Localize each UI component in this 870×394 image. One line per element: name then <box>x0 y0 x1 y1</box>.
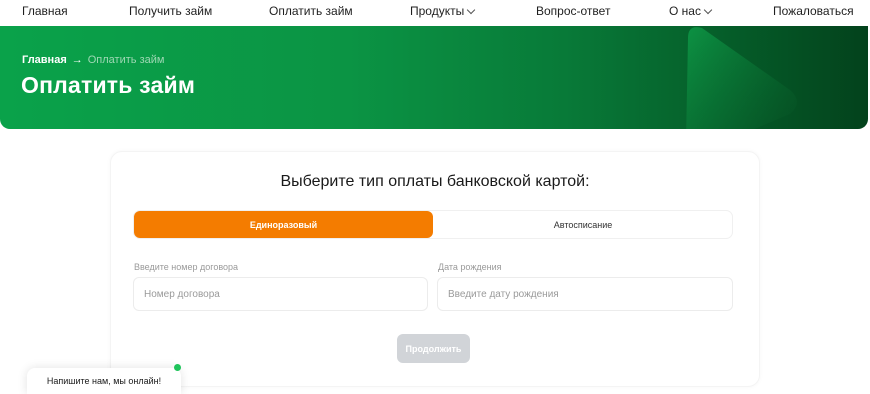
hero-banner: Главная → Оплатить займ Оплатить займ <box>0 26 868 129</box>
contract-number-input[interactable] <box>133 277 428 311</box>
nav-item-label: Главная <box>22 4 68 18</box>
online-status-dot <box>174 364 181 371</box>
payment-type-heading: Выберите тип оплаты банковской картой: <box>280 173 590 190</box>
contract-number-label: Введите номер договора <box>134 262 239 272</box>
breadcrumb-current: Оплатить займ <box>87 54 165 66</box>
breadcrumb-home-link[interactable]: Главная <box>22 54 67 66</box>
continue-button[interactable]: Продолжить <box>397 334 470 363</box>
nav-item-label: Пожаловаться <box>773 4 854 18</box>
nav-item-label: Получить займ <box>129 4 213 18</box>
nav-item-home[interactable]: Главная <box>22 4 68 18</box>
nav-item-label: Продукты <box>410 4 465 18</box>
nav-item-label: Вопрос-ответ <box>536 4 611 18</box>
nav-item-label: Оплатить займ <box>269 4 353 18</box>
arrow-right-icon: → <box>71 54 83 66</box>
page-title: Оплатить займ <box>21 72 196 98</box>
chat-widget-button[interactable]: Напишите нам, мы онлайн! <box>27 368 181 394</box>
nav-item-complain[interactable]: Пожаловаться <box>773 4 854 18</box>
chevron-down-icon <box>703 5 713 14</box>
tab-one-time[interactable]: Единоразовый <box>134 211 433 238</box>
chevron-down-icon <box>466 5 476 14</box>
tab-autopay[interactable]: Автосписание <box>433 211 733 238</box>
nav-item-about[interactable]: О нас <box>669 4 713 18</box>
nav-item-label: О нас <box>669 4 701 18</box>
nav-item-get-loan[interactable]: Получить займ <box>129 4 212 18</box>
birthdate-input[interactable] <box>437 277 733 311</box>
nav-item-pay-loan[interactable]: Оплатить займ <box>269 4 353 18</box>
decorative-arrow-shape <box>686 27 797 129</box>
nav-item-products[interactable]: Продукты <box>410 4 476 18</box>
birthdate-label: Дата рождения <box>438 262 502 272</box>
breadcrumb: Главная → Оплатить займ <box>22 54 164 66</box>
chat-widget-label: Напишите нам, мы онлайн! <box>46 376 162 386</box>
nav-item-faq[interactable]: Вопрос-ответ <box>536 4 610 18</box>
top-navigation: Главная Получить займ Оплатить займ Прод… <box>0 0 870 24</box>
